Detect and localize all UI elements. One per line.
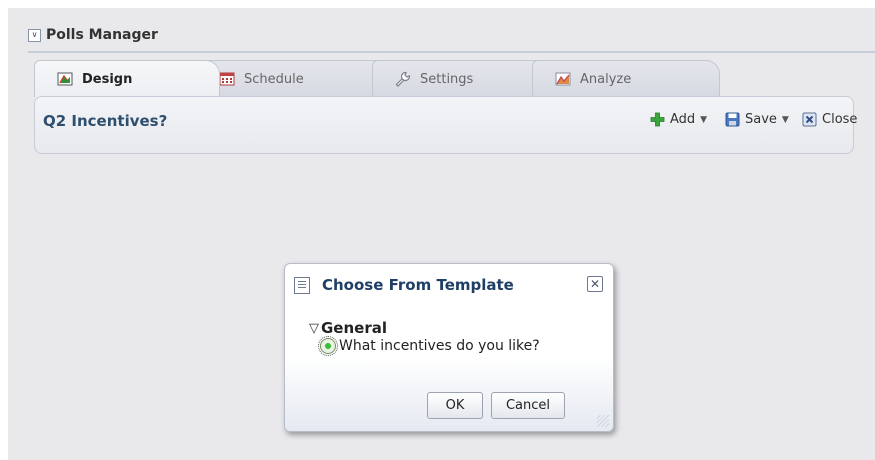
polls-manager-header: ∨ Polls Manager	[28, 27, 158, 43]
poll-title: Q2 Incentives?	[43, 112, 168, 130]
tab-analyze[interactable]: Analyze	[532, 60, 720, 97]
design-icon	[57, 71, 73, 87]
ok-button[interactable]: OK	[427, 392, 483, 419]
template-item[interactable]: What incentives do you like?	[318, 336, 540, 356]
save-icon	[725, 112, 740, 127]
expand-triangle-icon[interactable]: ▽	[309, 321, 319, 336]
save-label: Save	[745, 112, 777, 127]
close-label: Close	[822, 112, 858, 127]
poll-design-panel: Q2 Incentives? Add ▼ Save ▼ Close	[34, 96, 857, 154]
page-title: Polls Manager	[46, 27, 158, 43]
dialog-title: Choose From Template	[322, 276, 514, 294]
tab-design-label: Design	[82, 71, 133, 87]
choose-template-dialog: Choose From Template ✕ ▽ General What in…	[284, 263, 614, 432]
plus-icon	[650, 112, 665, 127]
chevron-down-icon: ▼	[781, 114, 789, 125]
collapse-chevron-icon[interactable]: ∨	[28, 28, 41, 42]
save-menu-button[interactable]: Save ▼	[725, 112, 789, 127]
tab-schedule[interactable]: Schedule	[196, 60, 396, 97]
tab-settings-label: Settings	[420, 71, 474, 87]
header-divider	[28, 51, 875, 53]
tab-analyze-label: Analyze	[580, 71, 632, 87]
template-item-label: What incentives do you like?	[339, 338, 540, 354]
tree-group-general[interactable]: ▽ General	[309, 319, 387, 337]
close-button[interactable]: Close	[802, 112, 857, 127]
cancel-button[interactable]: Cancel	[491, 392, 565, 419]
tab-schedule-label: Schedule	[244, 71, 304, 87]
template-list-icon	[294, 277, 310, 294]
tab-settings[interactable]: Settings	[372, 60, 556, 97]
add-menu-button[interactable]: Add ▼	[650, 112, 707, 127]
calendar-icon	[219, 71, 235, 87]
radio-selected-icon[interactable]	[318, 336, 338, 356]
tab-design[interactable]: Design	[34, 60, 220, 97]
chevron-down-icon: ▼	[700, 114, 708, 125]
dialog-close-icon[interactable]: ✕	[587, 276, 603, 292]
tree-group-label: General	[321, 319, 387, 337]
chart-icon	[555, 71, 571, 87]
add-label: Add	[670, 112, 696, 127]
close-icon	[802, 112, 817, 127]
ok-label: OK	[445, 398, 465, 413]
resize-grip-icon[interactable]	[597, 415, 609, 427]
wrench-icon	[395, 71, 411, 87]
cancel-label: Cancel	[505, 398, 551, 413]
